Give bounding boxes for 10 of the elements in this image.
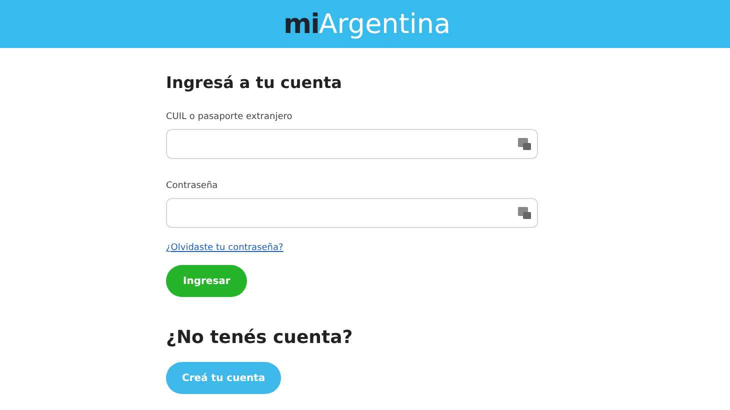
field-label: Contraseña bbox=[166, 181, 218, 191]
logo[interactable]: miArgentina bbox=[279, 8, 451, 40]
logo-name: Argentina bbox=[318, 8, 451, 40]
field-label: CUIL o pasaporte extranjero bbox=[166, 112, 292, 122]
logo-prefix: mi bbox=[283, 8, 319, 40]
login-title: Ingresá a tu cuenta bbox=[166, 73, 342, 92]
input-field[interactable] bbox=[166, 129, 538, 159]
forgot-password-link[interactable]: ¿Olvidaste tu contraseña? bbox=[166, 243, 284, 253]
input-field[interactable] bbox=[166, 198, 538, 228]
register-title: ¿No tenés cuenta? bbox=[166, 327, 353, 348]
